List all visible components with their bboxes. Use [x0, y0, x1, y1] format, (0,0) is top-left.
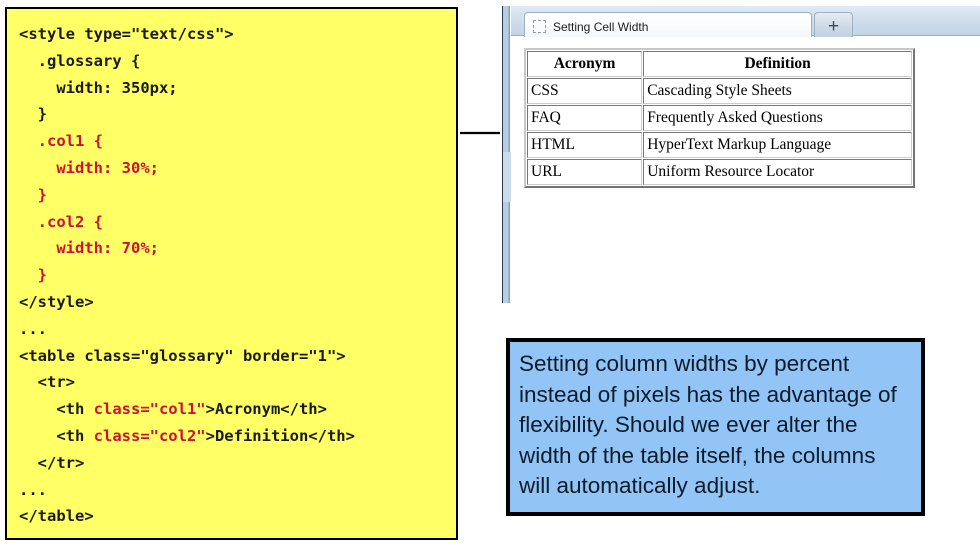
cell-definition: Frequently Asked Questions	[643, 105, 912, 131]
code-token: }	[19, 105, 47, 124]
table-body: CSS Cascading Style Sheets FAQ Frequently A…	[527, 78, 912, 185]
code-line: <th class="col2">Definition</th>	[19, 423, 456, 450]
code-token: <th	[19, 400, 94, 419]
window-left-border-highlight	[503, 152, 511, 202]
code-token: .glossary {	[19, 51, 141, 70]
code-line: </tr>	[19, 450, 456, 477]
code-listing: <style type="text/css"> .glossary { widt…	[7, 9, 456, 530]
code-token: </table>	[19, 507, 94, 526]
code-token: <tr>	[19, 373, 75, 392]
plus-icon: +	[827, 16, 840, 37]
code-token: class="col2"	[93, 426, 206, 445]
page-viewport: Acronym Definition CSS Cascading Style Sh…	[514, 37, 980, 303]
cell-definition: Uniform Resource Locator	[643, 159, 912, 185]
code-line: }	[19, 101, 456, 128]
tab-setting-cell-width[interactable]: Setting Cell Width	[524, 12, 812, 40]
code-line: <tr>	[19, 369, 456, 396]
code-token: .col1 {	[19, 132, 103, 151]
code-line: }	[19, 262, 456, 289]
table-row: URL Uniform Resource Locator	[527, 159, 912, 185]
code-line: .glossary {	[19, 48, 456, 75]
column-header-definition: Definition	[643, 51, 912, 77]
code-token: width: 70%;	[19, 239, 159, 258]
code-token: >Definition</th>	[205, 426, 355, 445]
cell-acronym: HTML	[527, 132, 643, 158]
explanation-callout: Setting column widths by percent instead…	[506, 338, 925, 516]
code-line: <table class="glossary" border="1">	[19, 343, 456, 370]
code-line: ...	[19, 316, 456, 343]
code-token: </style>	[19, 292, 94, 311]
code-token: <style type="text/css">	[19, 25, 234, 43]
column-header-acronym: Acronym	[527, 51, 643, 77]
code-line: </style>	[19, 289, 456, 316]
code-line: </table>	[19, 503, 456, 530]
table-row: FAQ Frequently Asked Questions	[527, 105, 912, 131]
blank-page-icon	[533, 20, 546, 33]
cell-acronym: CSS	[527, 78, 643, 104]
code-token: </tr>	[19, 453, 85, 472]
code-line: <th class="col1">Acronym</th>	[19, 396, 456, 423]
code-token: width: 30%;	[19, 158, 159, 177]
code-token: width: 350px;	[19, 78, 178, 97]
code-token: .col2 {	[19, 212, 103, 231]
code-token: <th	[19, 426, 94, 445]
tab-title: Setting Cell Width	[553, 19, 649, 34]
code-line: .col1 {	[19, 128, 456, 155]
code-token: ...	[19, 480, 47, 499]
code-token: <table class="glossary" border="1">	[19, 346, 346, 365]
table-row: HTML HyperText Markup Language	[527, 132, 912, 158]
code-line: <style type="text/css">	[19, 21, 456, 48]
code-line: ...	[19, 477, 456, 504]
table-header-row: Acronym Definition	[527, 51, 912, 77]
cell-acronym: URL	[527, 159, 643, 185]
browser-window: Setting Cell Width + Acronym Definition …	[500, 2, 980, 303]
code-token: }	[19, 185, 47, 204]
code-token: class="col1"	[93, 400, 206, 419]
code-line: width: 30%;	[19, 155, 456, 182]
callout-text: Setting column widths by percent instead…	[519, 351, 897, 498]
new-tab-button[interactable]: +	[814, 12, 853, 40]
code-snippet-panel: <style type="text/css"> .glossary { widt…	[5, 7, 458, 540]
table-row: CSS Cascading Style Sheets	[527, 78, 912, 104]
code-line: width: 70%;	[19, 235, 456, 262]
code-line: width: 350px;	[19, 75, 456, 102]
cell-acronym: FAQ	[527, 105, 643, 131]
code-token: ...	[19, 319, 47, 338]
tab-strip: Setting Cell Width +	[511, 6, 980, 40]
code-line: }	[19, 182, 456, 209]
glossary-table: Acronym Definition CSS Cascading Style Sh…	[524, 48, 915, 188]
code-token: >Acronym</th>	[205, 400, 327, 419]
cell-definition: Cascading Style Sheets	[643, 78, 912, 104]
cell-definition: HyperText Markup Language	[643, 132, 912, 158]
code-line: .col2 {	[19, 209, 456, 236]
code-token: }	[19, 266, 47, 285]
